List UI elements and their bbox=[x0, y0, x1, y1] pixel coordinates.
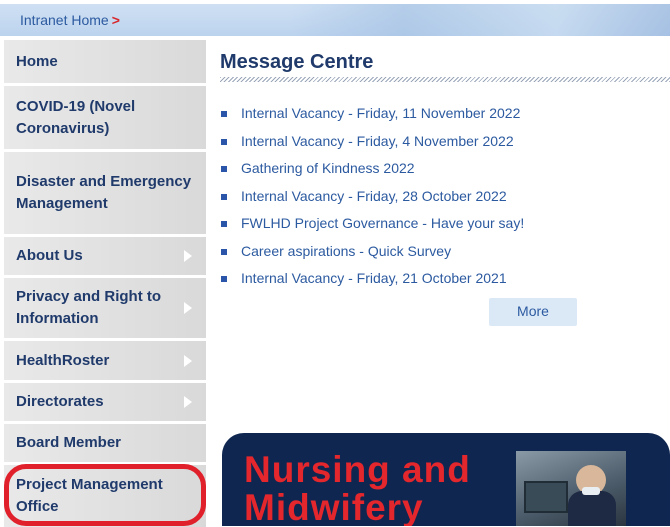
photo-person-body bbox=[568, 491, 616, 526]
sidebar-item-healthroster[interactable]: HealthRoster bbox=[4, 341, 206, 383]
list-item[interactable]: Career aspirations - Quick Survey bbox=[220, 238, 670, 266]
breadcrumb-bar: Intranet Home > bbox=[0, 0, 670, 36]
bullet-icon bbox=[221, 276, 227, 282]
list-item[interactable]: FWLHD Project Governance - Have your say… bbox=[220, 210, 670, 238]
message-link[interactable]: Internal Vacancy - Friday, 21 October 20… bbox=[241, 270, 507, 286]
bullet-icon bbox=[221, 138, 227, 145]
banner-photo bbox=[516, 451, 626, 526]
list-item[interactable]: Internal Vacancy - Friday, 28 October 20… bbox=[220, 183, 670, 211]
message-link[interactable]: FWLHD Project Governance - Have your say… bbox=[241, 215, 524, 231]
bullet-icon bbox=[221, 111, 227, 117]
breadcrumb-separator: > bbox=[111, 12, 120, 28]
title-divider bbox=[220, 77, 670, 82]
photo-mask bbox=[582, 487, 600, 495]
breadcrumb-home-link[interactable]: Intranet Home bbox=[20, 12, 109, 28]
bullet-icon bbox=[221, 221, 227, 227]
more-button[interactable]: More bbox=[489, 298, 577, 326]
message-link[interactable]: Gathering of Kindness 2022 bbox=[241, 160, 415, 176]
sidebar-item-about-us[interactable]: About Us bbox=[4, 237, 206, 278]
photo-computer bbox=[524, 481, 568, 513]
sidebar-item-label: COVID-19 (Novel Coronavirus) bbox=[16, 97, 136, 137]
sidebar-item-label: HealthRoster bbox=[16, 351, 110, 369]
chevron-right-icon bbox=[184, 354, 192, 367]
sidebar-item-label: About Us bbox=[16, 247, 83, 264]
sidebar-item-label: Privacy and Right to Information bbox=[16, 288, 162, 327]
list-item[interactable]: Internal Vacancy - Friday, 4 November 20… bbox=[220, 128, 670, 156]
sidebar-item-label: Board Member bbox=[16, 434, 122, 451]
sidebar-item-label: Disaster and Emergency Management bbox=[16, 173, 192, 212]
breadcrumb: Intranet Home > bbox=[20, 12, 120, 28]
sidebar-item-board-member[interactable]: Board Member bbox=[4, 424, 206, 465]
message-link[interactable]: Internal Vacancy - Friday, 11 November 2… bbox=[241, 105, 520, 121]
nursing-midwifery-banner[interactable]: Nursing and Midwifery bbox=[222, 433, 670, 526]
message-link[interactable]: Internal Vacancy - Friday, 28 October 20… bbox=[241, 188, 507, 204]
bullet-icon bbox=[221, 166, 227, 172]
list-item[interactable]: Internal Vacancy - Friday, 21 October 20… bbox=[220, 265, 670, 293]
highlight-annotation bbox=[4, 464, 206, 526]
banner-line-1: Nursing and bbox=[244, 449, 471, 490]
chevron-right-icon bbox=[184, 302, 192, 314]
sidebar-item-label: Directorates bbox=[16, 393, 104, 410]
list-item[interactable]: Gathering of Kindness 2022 bbox=[220, 155, 670, 183]
chevron-right-icon bbox=[184, 250, 192, 262]
sidebar-item-privacy[interactable]: Privacy and Right to Information bbox=[4, 278, 206, 341]
message-list: Internal Vacancy - Friday, 11 November 2… bbox=[220, 100, 670, 293]
sidebar-item-directorates[interactable]: Directorates bbox=[4, 383, 206, 424]
page-title: Message Centre bbox=[220, 51, 374, 73]
list-item[interactable]: Internal Vacancy - Friday, 11 November 2… bbox=[220, 100, 670, 128]
sidebar-item-home[interactable]: Home bbox=[4, 40, 206, 86]
bullet-icon bbox=[221, 248, 227, 255]
sidebar-item-label: Home bbox=[16, 52, 58, 70]
bullet-icon bbox=[221, 193, 227, 200]
sidebar-item-disaster-emergency[interactable]: Disaster and Emergency Management bbox=[4, 152, 206, 237]
chevron-right-icon bbox=[184, 396, 192, 408]
header-background-image bbox=[290, 4, 670, 36]
sidebar-nav: Home COVID-19 (Novel Coronavirus) Disast… bbox=[4, 40, 206, 527]
message-link[interactable]: Career aspirations - Quick Survey bbox=[241, 243, 451, 259]
sidebar-item-covid-19[interactable]: COVID-19 (Novel Coronavirus) bbox=[4, 86, 206, 152]
banner-heading: Nursing and Midwifery bbox=[244, 449, 471, 527]
banner-line-2: Midwifery bbox=[244, 487, 424, 527]
message-link[interactable]: Internal Vacancy - Friday, 4 November 20… bbox=[241, 133, 514, 149]
